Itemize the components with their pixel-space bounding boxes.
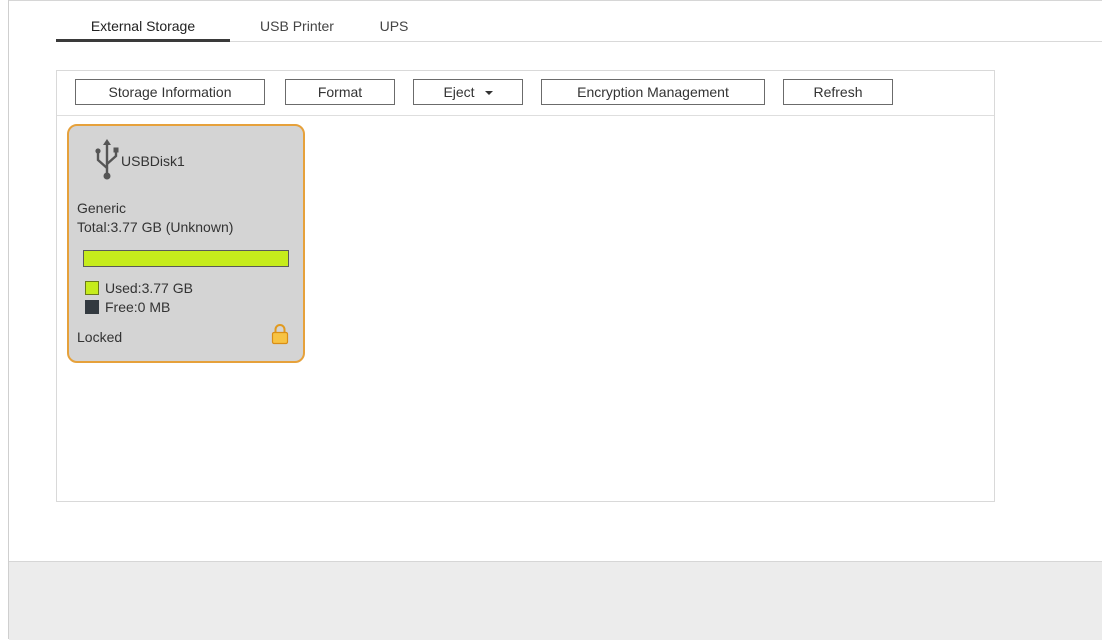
lock-icon — [271, 324, 289, 345]
storage-information-button[interactable]: Storage Information — [75, 79, 265, 105]
used-swatch — [85, 281, 99, 295]
tab-usb-printer[interactable]: USB Printer — [252, 16, 342, 39]
tab-bar: External Storage USB Printer UPS — [56, 16, 1102, 42]
refresh-label: Refresh — [813, 84, 863, 100]
usage-bar — [83, 250, 289, 267]
disk-name: USBDisk1 — [121, 153, 185, 169]
disk-vendor: Generic — [77, 200, 127, 216]
free-label: Free:0 MB — [105, 299, 171, 315]
storage-information-label: Storage Information — [108, 84, 232, 100]
refresh-button[interactable]: Refresh — [783, 79, 893, 105]
top-border — [9, 0, 1102, 9]
eject-label: Eject — [443, 84, 475, 100]
eject-dropdown-button[interactable]: Eject — [413, 79, 523, 105]
disk-total-capacity: Total:3.77 GB (Unknown) — [77, 219, 234, 235]
usb-icon — [95, 139, 119, 180]
used-label: Used:3.77 GB — [105, 280, 193, 296]
usage-bar-used-fill — [84, 251, 288, 266]
format-button[interactable]: Format — [285, 79, 395, 105]
caret-down-icon — [484, 91, 493, 96]
storage-panel: Storage Information Format Eject Encrypt… — [56, 70, 995, 502]
encryption-management-button[interactable]: Encryption Management — [541, 79, 765, 105]
free-swatch — [85, 300, 99, 314]
left-border — [0, 0, 9, 639]
disk-status: Locked — [77, 329, 123, 345]
tab-external-storage[interactable]: External Storage — [56, 16, 230, 42]
tab-ups[interactable]: UPS — [374, 16, 414, 39]
disk-card[interactable]: USBDisk1 Generic Total:3.77 GB (Unknown)… — [67, 124, 305, 363]
toolbar: Storage Information Format Eject Encrypt… — [57, 71, 994, 116]
footer-bar — [9, 561, 1102, 640]
format-label: Format — [317, 84, 363, 100]
encryption-management-label: Encryption Management — [577, 84, 729, 100]
